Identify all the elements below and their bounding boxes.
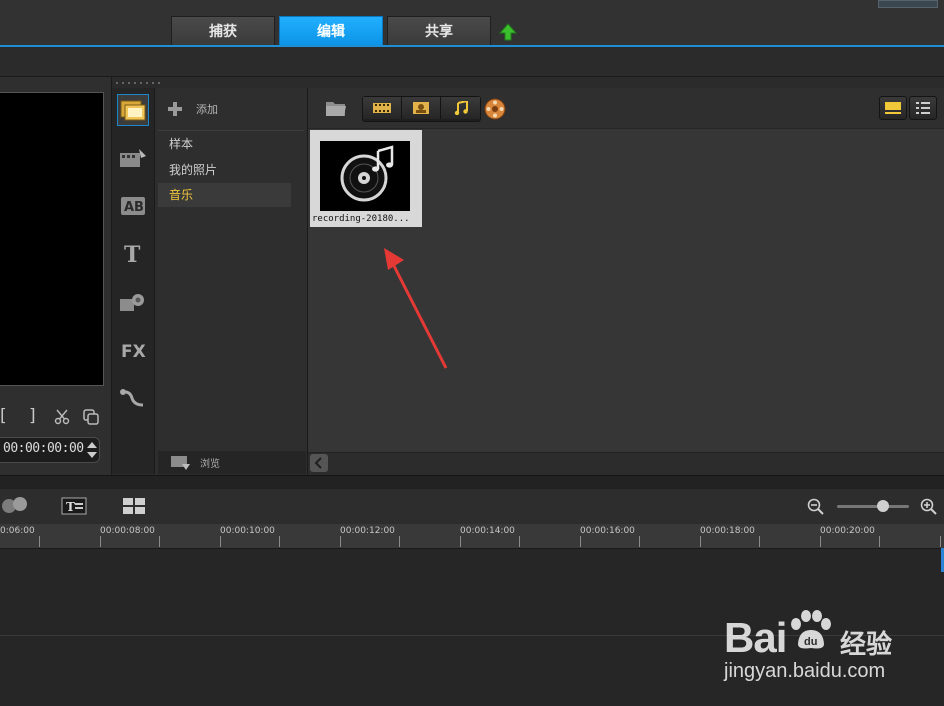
ruler-tick: [100, 536, 101, 547]
ruler-label: 00:00:20:00: [820, 526, 875, 536]
import-folder-icon[interactable]: [325, 99, 347, 117]
path-motion-icon[interactable]: [117, 382, 149, 414]
ruler-label: 00:00:14:00: [460, 526, 515, 536]
level-meter: [878, 0, 938, 8]
preview-screen: [0, 92, 104, 386]
copy-clip-icon[interactable]: [82, 408, 100, 426]
ruler-tick: [700, 536, 701, 547]
panel-grip[interactable]: [116, 81, 164, 85]
ruler-tick: [759, 536, 760, 547]
annotation-arrow: [384, 248, 448, 369]
scissors-icon[interactable]: [54, 409, 70, 425]
list-view-icon[interactable]: [909, 96, 937, 120]
music-disc-icon: [340, 145, 394, 202]
watermark-brand: Bai: [724, 614, 787, 661]
ruler-label: 0:06:00: [0, 526, 35, 536]
timecode-spinner-icon[interactable]: [85, 440, 99, 460]
folder-item-music[interactable]: 音乐: [158, 183, 291, 207]
ruler-tick: [820, 536, 821, 547]
plus-icon: [168, 102, 182, 116]
svg-text:T: T: [66, 500, 75, 514]
media-library-icon[interactable]: [117, 94, 149, 126]
timeline-divider: [0, 475, 944, 490]
zoom-in-icon[interactable]: [920, 498, 937, 515]
title-text-icon[interactable]: T: [117, 238, 149, 270]
mark-out-button[interactable]: ]: [29, 406, 36, 426]
folder-item-my-photos[interactable]: 我的照片: [158, 158, 291, 182]
view-mode-group: [879, 96, 944, 120]
tab-share[interactable]: 共享: [387, 16, 491, 46]
media-item-caption: recording-20180...: [312, 214, 410, 224]
timecode-value: 00:00:00:00: [3, 441, 84, 456]
tab-edit[interactable]: 编辑: [279, 16, 383, 46]
media-filter-group: [362, 96, 481, 122]
zoom-out-icon[interactable]: [807, 498, 824, 515]
media-item-thumbnail: [320, 141, 410, 211]
add-folder-button[interactable]: 添加: [168, 100, 218, 118]
svg-text:T: T: [124, 243, 141, 265]
audio-filter-icon[interactable]: [441, 97, 480, 119]
ruler-label: 00:00:08:00: [100, 526, 155, 536]
svg-text:AB: AB: [124, 200, 144, 215]
mark-in-button[interactable]: [: [0, 406, 7, 426]
ruler-tick: [340, 536, 341, 547]
title-track-icon[interactable]: T: [61, 496, 87, 516]
ruler-label: 00:00:10:00: [220, 526, 275, 536]
instant-project-icon[interactable]: [117, 142, 149, 174]
ruler-tick: [519, 536, 520, 547]
add-label: 添加: [196, 103, 218, 116]
video-filter-icon[interactable]: [363, 97, 402, 119]
fx-filter-icon[interactable]: FX: [117, 334, 149, 366]
sub-toolbar: [0, 48, 944, 77]
transition-icon[interactable]: AB: [117, 190, 149, 222]
ruler-tick: [879, 536, 880, 547]
browse-folder-icon: [171, 455, 190, 470]
ruler-label: 00:00:18:00: [700, 526, 755, 536]
ruler-tick: [159, 536, 160, 547]
svg-text:du: du: [804, 636, 817, 648]
scroll-left-button[interactable]: [310, 454, 328, 472]
ruler-tick: [639, 536, 640, 547]
ruler-label: 00:00:12:00: [340, 526, 395, 536]
ruler-tick: [39, 536, 40, 547]
zoom-slider-handle[interactable]: [877, 500, 889, 512]
ruler-tick: [220, 536, 221, 547]
film-reel-icon[interactable]: [484, 98, 506, 120]
tab-underline: [0, 45, 944, 47]
paw-logo-icon: du: [791, 610, 831, 649]
storyboard-view-icon[interactable]: [121, 496, 147, 516]
thumbnail-view-icon[interactable]: [879, 96, 907, 120]
graphics-icon[interactable]: [117, 286, 149, 318]
chevron-left-icon: [314, 457, 322, 469]
browse-label: 浏览: [200, 459, 220, 470]
browse-button[interactable]: 浏览: [158, 451, 306, 474]
multi-track-icon[interactable]: [0, 496, 30, 516]
ruler-tick: [399, 536, 400, 547]
ruler-tick: [279, 536, 280, 547]
ruler-tick: [940, 536, 941, 547]
svg-text:FX: FX: [121, 342, 146, 361]
tab-capture[interactable]: 捕获: [171, 16, 275, 46]
upload-arrow-icon[interactable]: [498, 22, 518, 42]
folder-item-samples[interactable]: 样本: [158, 132, 291, 156]
library-scroll-bar: [308, 452, 944, 475]
watermark-url: jingyan.baidu.com: [724, 660, 886, 682]
zoom-slider[interactable]: [837, 505, 909, 508]
ruler-tick: [460, 536, 461, 547]
watermark-brand-cn: 经验: [840, 630, 893, 660]
ruler-label: 00:00:16:00: [580, 526, 635, 536]
divider: [158, 130, 304, 131]
ruler-tick: [580, 536, 581, 547]
photo-filter-icon[interactable]: [402, 97, 441, 119]
